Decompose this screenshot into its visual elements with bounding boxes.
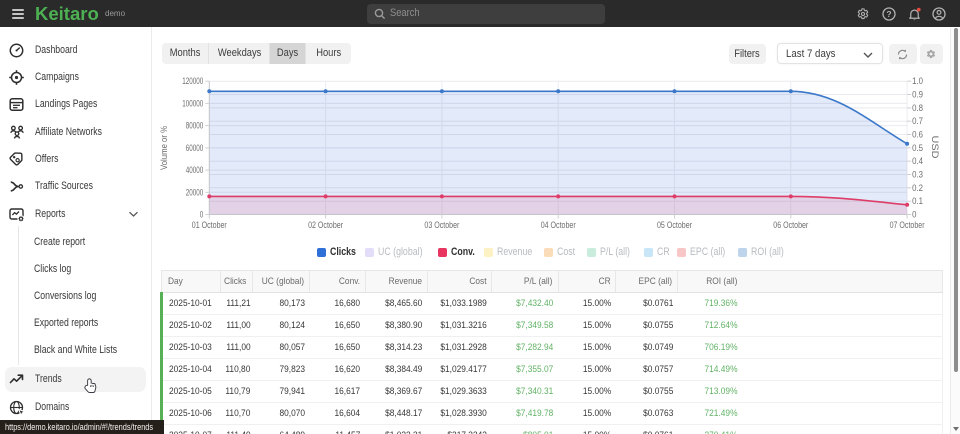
svg-text:0.4: 0.4 xyxy=(912,156,923,166)
svg-text:Volume or %: Volume or % xyxy=(159,126,170,170)
svg-text:0.7: 0.7 xyxy=(912,116,923,126)
svg-text:0: 0 xyxy=(912,210,916,220)
svg-text:07 October: 07 October xyxy=(890,220,925,230)
svg-text:100000: 100000 xyxy=(182,98,203,108)
svg-text:40000: 40000 xyxy=(186,165,204,175)
svg-text:02 October: 02 October xyxy=(308,220,343,230)
svg-text:03 October: 03 October xyxy=(424,220,459,230)
svg-text:01 October: 01 October xyxy=(192,220,227,230)
svg-text:05 October: 05 October xyxy=(657,220,692,230)
svg-text:0.3: 0.3 xyxy=(912,170,923,180)
svg-text:0.2: 0.2 xyxy=(912,183,923,193)
svg-text:06 October: 06 October xyxy=(773,220,808,230)
svg-text:80000: 80000 xyxy=(186,121,204,131)
svg-text:1.0: 1.0 xyxy=(912,76,923,86)
svg-text:0.6: 0.6 xyxy=(912,130,923,140)
svg-text:?: ? xyxy=(886,9,891,19)
svg-text:04 October: 04 October xyxy=(541,220,576,230)
svg-text:USD: USD xyxy=(929,136,940,159)
svg-text:0.1: 0.1 xyxy=(912,196,923,206)
svg-text:0.8: 0.8 xyxy=(912,103,923,113)
svg-text:60000: 60000 xyxy=(186,143,204,153)
svg-text:120000: 120000 xyxy=(182,76,203,86)
svg-text:20000: 20000 xyxy=(186,187,204,197)
svg-text:0: 0 xyxy=(200,210,204,220)
svg-text:0.5: 0.5 xyxy=(912,143,923,153)
svg-text:0.9: 0.9 xyxy=(912,90,923,100)
